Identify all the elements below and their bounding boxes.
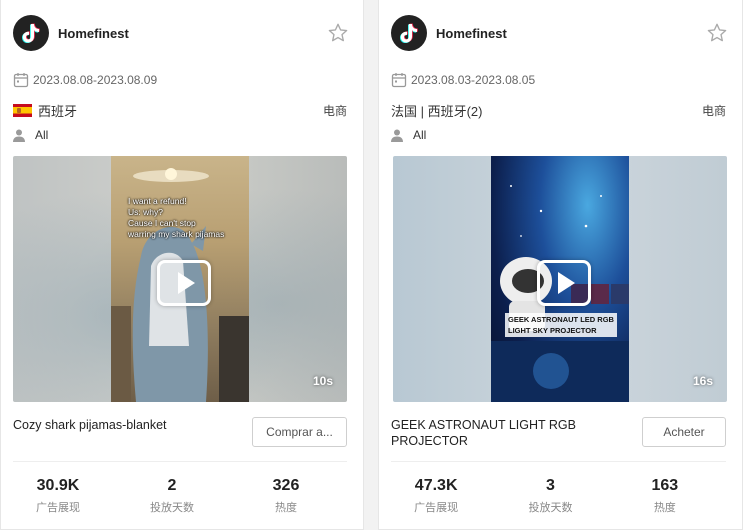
date-range-row: 2023.08.08-2023.08.09 bbox=[13, 72, 157, 88]
ad-card[interactable]: Homefinest 2023.08.08-2023.08.09 西班牙 电商 … bbox=[0, 0, 364, 530]
card-header: Homefinest bbox=[391, 14, 507, 52]
video-caption: GEEK ASTRONAUT LED RGB LIGHT SKY PROJECT… bbox=[505, 313, 617, 337]
star-outline-icon[interactable] bbox=[327, 22, 349, 44]
region-label: 西班牙 bbox=[38, 104, 78, 119]
tiktok-logo-icon bbox=[391, 15, 427, 51]
calendar-icon bbox=[391, 73, 407, 88]
ad-title: Cozy shark pijamas-blanket bbox=[13, 418, 167, 432]
category-label: 电商 bbox=[322, 104, 347, 118]
video-thumbnail[interactable]: I want a refund! Us: why? Cause I can't … bbox=[13, 156, 347, 402]
ad-card[interactable]: Homefinest 2023.08.03-2023.08.05 法国 | 西班… bbox=[378, 0, 743, 530]
date-range: 2023.08.03-2023.08.05 bbox=[411, 73, 536, 87]
account-name[interactable]: Homefinest bbox=[436, 26, 507, 41]
user-icon bbox=[13, 129, 25, 142]
card-gap bbox=[364, 0, 378, 530]
region-row: 西班牙 bbox=[13, 101, 77, 120]
stat-days: 2 投放天数 bbox=[150, 477, 194, 514]
video-duration: 16s bbox=[692, 374, 713, 388]
stat-impressions: 47.3K 广告展现 bbox=[414, 477, 459, 514]
divider bbox=[13, 461, 347, 462]
calendar-icon bbox=[13, 73, 29, 88]
divider bbox=[391, 461, 726, 462]
spain-flag-icon bbox=[13, 104, 32, 117]
cta-button[interactable]: Acheter bbox=[642, 417, 726, 447]
stats-row: 47.3K 广告展现 3 投放天数 163 热度 bbox=[379, 477, 742, 515]
user-icon bbox=[391, 129, 403, 142]
stat-impressions: 30.9K 广告展现 bbox=[36, 477, 80, 514]
account-name[interactable]: Homefinest bbox=[58, 26, 129, 41]
date-range: 2023.08.08-2023.08.09 bbox=[33, 73, 158, 87]
tiktok-logo-icon bbox=[13, 15, 49, 51]
stat-days: 3 投放天数 bbox=[528, 477, 573, 514]
stats-row: 30.9K 广告展现 2 投放天数 326 热度 bbox=[1, 477, 363, 515]
stat-popularity: 326 热度 bbox=[272, 477, 300, 514]
region-row: 法国 | 西班牙(2) bbox=[391, 101, 483, 120]
audience-label: All bbox=[35, 128, 49, 142]
date-range-row: 2023.08.03-2023.08.05 bbox=[391, 72, 535, 88]
video-duration: 10s bbox=[312, 374, 333, 388]
region-label: 法国 | 西班牙(2) bbox=[391, 104, 483, 119]
video-caption: I want a refund! Us: why? Cause I can't … bbox=[128, 196, 225, 239]
stat-popularity: 163 热度 bbox=[651, 477, 679, 514]
card-header: Homefinest bbox=[13, 14, 129, 52]
category-label: 电商 bbox=[701, 104, 726, 118]
video-thumbnail[interactable]: GEEK ASTRONAUT LED RGB LIGHT SKY PROJECT… bbox=[393, 156, 727, 402]
cta-button[interactable]: Comprar a... bbox=[252, 417, 347, 447]
audience-row: All bbox=[13, 128, 48, 142]
play-button[interactable] bbox=[537, 260, 591, 306]
ad-title: GEEK ASTRONAUT LIGHT RGB PROJECTOR bbox=[391, 418, 576, 448]
star-outline-icon[interactable] bbox=[706, 22, 728, 44]
audience-label: All bbox=[413, 128, 427, 142]
play-button[interactable] bbox=[157, 260, 211, 306]
audience-row: All bbox=[391, 128, 426, 142]
